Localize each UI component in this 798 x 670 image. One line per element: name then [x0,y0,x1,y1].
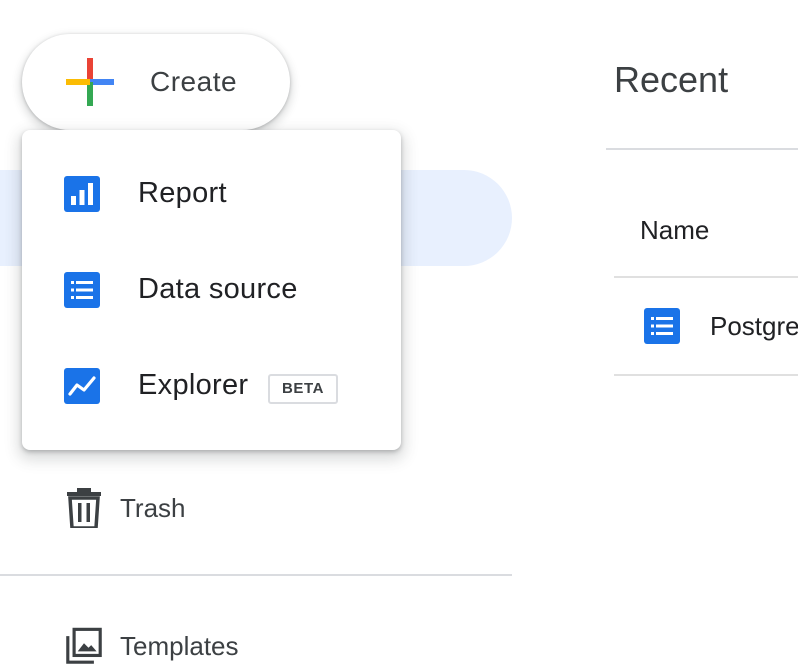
data-source-icon [644,308,680,344]
create-button[interactable]: Create [22,34,290,130]
table-row[interactable]: Postgre [614,278,798,374]
sidebar-divider [0,574,512,576]
menu-item-data-source[interactable]: Data source [22,242,401,338]
create-button-label: Create [150,66,238,97]
page-title: Recent [614,59,729,100]
menu-item-report[interactable]: Report [22,146,401,242]
header-divider [606,148,798,150]
menu-item-explorer[interactable]: Explorer BETA [22,338,401,434]
menu-item-label: Report [138,177,227,209]
row-name: Postgre [710,311,798,341]
sidebar-item-label: Trash [120,493,186,523]
report-icon [64,176,100,212]
menu-item-label: Explorer [138,369,249,401]
trash-icon [67,488,101,528]
menu-item-label: Data source [138,273,298,305]
table-divider [614,374,798,376]
beta-badge: BETA [268,374,338,404]
explorer-icon [64,368,100,404]
data-source-icon [64,272,100,308]
templates-icon [66,627,102,664]
sidebar-item-label: Templates [120,631,239,661]
create-menu: Report Data source Explorer BETA [22,130,401,450]
google-plus-icon [66,58,114,106]
column-header-name[interactable]: Name [640,214,709,246]
